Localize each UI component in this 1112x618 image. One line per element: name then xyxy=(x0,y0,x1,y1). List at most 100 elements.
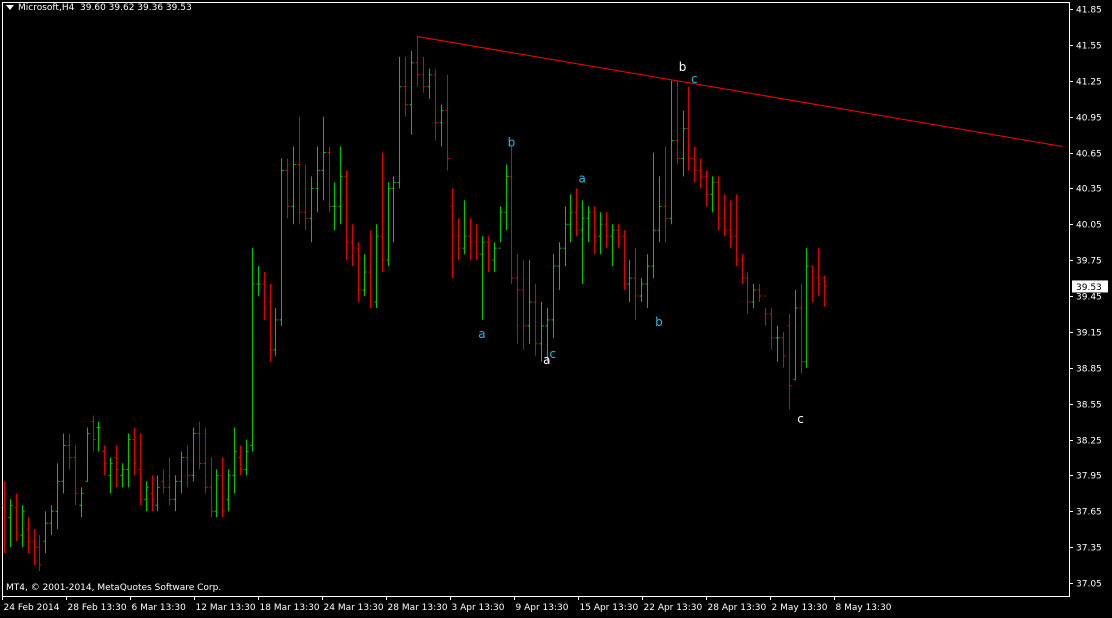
wave-label: b xyxy=(508,136,516,150)
ohlc-bar xyxy=(256,266,261,297)
ohlc-bar xyxy=(568,194,573,243)
y-tick-label: 41.55 xyxy=(1076,42,1102,52)
ohlc-bar xyxy=(138,433,143,506)
ohlc-bar xyxy=(787,313,792,410)
ohlc-bar xyxy=(203,427,208,494)
ohlc-bar xyxy=(144,481,149,512)
ohlc-bar xyxy=(279,158,284,326)
ohlc-bar xyxy=(397,56,402,189)
ohlc-bar xyxy=(167,457,172,506)
ohlc-bar xyxy=(321,116,326,201)
ohlc-bar xyxy=(427,68,432,99)
ohlc-bar xyxy=(150,475,155,512)
ohlc-bar xyxy=(592,206,597,255)
y-tick-label: 37.65 xyxy=(1076,508,1102,518)
ohlc-bar xyxy=(751,284,756,308)
ohlc-bar xyxy=(356,242,361,302)
wave-label: b xyxy=(655,315,663,329)
ohlc-bar xyxy=(362,254,367,297)
ohlc-bar xyxy=(515,254,520,344)
ohlc-bar xyxy=(108,457,113,494)
ohlc-bar xyxy=(456,218,461,261)
ohlc-bar xyxy=(250,248,255,452)
ohlc-bar xyxy=(498,206,503,249)
ohlc-bar xyxy=(238,445,243,476)
y-tick-label: 37.35 xyxy=(1076,544,1102,554)
wave-label: c xyxy=(549,347,556,361)
y-tick-label: 40.65 xyxy=(1076,150,1102,160)
ohlc-bar xyxy=(492,242,497,273)
ohlc-bar xyxy=(527,260,532,344)
ohlc-bar xyxy=(415,36,420,87)
ohlc-bar xyxy=(509,146,514,285)
y-tick-label: 38.85 xyxy=(1076,365,1102,375)
ohlc-bar xyxy=(728,200,733,249)
ohlc-bar xyxy=(14,493,19,542)
x-tick-label: 28 Mar 13:30 xyxy=(388,603,448,613)
ohlc-bar xyxy=(781,331,786,368)
ohlc-bar xyxy=(26,517,31,554)
ohlc-bar xyxy=(710,176,715,213)
ohlc-bar xyxy=(793,290,798,381)
x-tick-label: 18 Mar 13:30 xyxy=(260,603,320,613)
ohlc-bar xyxy=(91,415,96,452)
ohlc-bar xyxy=(769,307,774,350)
ohlc-bar xyxy=(681,110,686,177)
x-tick-label: 22 Apr 13:30 xyxy=(644,603,703,613)
ohlc-bar xyxy=(185,445,190,488)
ohlc-bar xyxy=(698,158,703,189)
ohlc-bar xyxy=(651,152,656,279)
ohlc-bar xyxy=(344,170,349,261)
wave-label: c xyxy=(797,412,804,426)
ohlc-bar xyxy=(37,535,42,572)
dropdown-triangle-icon[interactable] xyxy=(6,5,14,10)
symbol-header[interactable]: Microsoft,H4 39.60 39.62 39.36 39.53 xyxy=(6,3,192,13)
ohlc-bar xyxy=(521,260,526,350)
ohlc-bar xyxy=(380,152,385,273)
ohlc-bar xyxy=(551,254,556,338)
ohlc-bar xyxy=(533,284,538,356)
ohlc-bar xyxy=(20,505,25,548)
ohlc-bar xyxy=(43,511,48,554)
ohlc-bar xyxy=(433,68,438,141)
ohlc-bar xyxy=(244,439,249,476)
ohlc-bar xyxy=(197,421,202,470)
ohlc-values: 39.60 39.62 39.36 39.53 xyxy=(80,3,192,13)
x-tick-label: 15 Apr 13:30 xyxy=(580,603,639,613)
ohlc-bar xyxy=(686,86,691,171)
ohlc-bar xyxy=(763,295,768,326)
ohlc-bar xyxy=(391,176,396,243)
ohlc-bar xyxy=(120,463,125,488)
x-tick-label: 9 Apr 13:30 xyxy=(516,603,569,613)
ohlc-bar xyxy=(757,284,762,302)
ohlc-bar xyxy=(799,284,804,374)
ohlc-bar xyxy=(745,272,750,314)
ohlc-bar xyxy=(8,499,13,548)
ohlc-bar xyxy=(214,469,219,518)
ohlc-bar xyxy=(421,56,426,93)
y-tick-label: 40.35 xyxy=(1076,185,1102,195)
x-tick-label: 12 Mar 13:30 xyxy=(196,603,256,613)
ohlc-bar xyxy=(173,475,178,512)
ohlc-bar xyxy=(822,275,827,307)
ohlc-bar xyxy=(810,265,815,302)
ohlc-bar xyxy=(622,230,627,291)
ohlc-bar xyxy=(563,206,568,267)
x-tick-label: 28 Feb 13:30 xyxy=(68,603,127,613)
ohlc-bar xyxy=(480,236,485,320)
ohlc-bar xyxy=(704,170,709,207)
resistance-trendline xyxy=(416,36,1063,148)
ohlc-bar xyxy=(816,248,821,297)
ohlc-bar xyxy=(61,433,66,494)
ohlc-bar xyxy=(657,176,662,243)
ohlc-bar xyxy=(669,80,674,225)
y-tick-label: 41.85 xyxy=(1076,6,1102,16)
ohlc-bar xyxy=(273,307,278,356)
ohlc-chart: abacabbcc 41.8541.5541.2540.9540.6540.35… xyxy=(2,2,1108,613)
ohlc-bar xyxy=(102,445,107,476)
ohlc-bar xyxy=(332,182,337,231)
current-price-label: 39.53 xyxy=(1076,283,1102,293)
ohlc-bar xyxy=(663,146,668,243)
ohlc-bar xyxy=(486,236,491,273)
ohlc-bar xyxy=(155,475,160,512)
